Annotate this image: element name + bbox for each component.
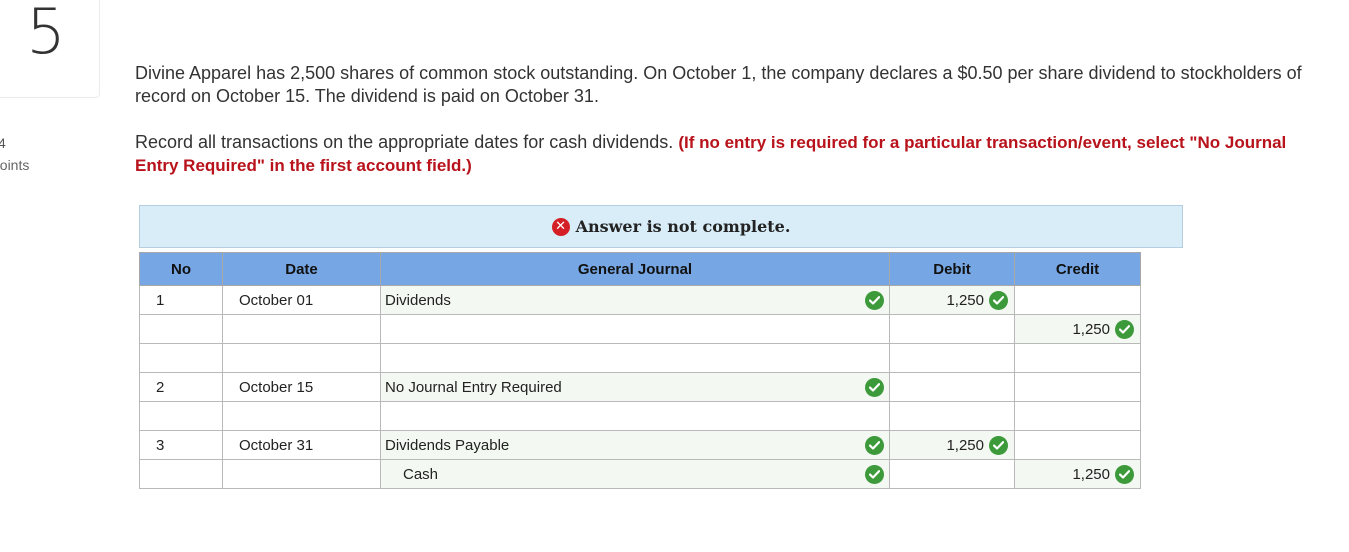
points-label: points [0, 157, 30, 173]
table-row: 1,250 [139, 314, 1141, 344]
checkmark-icon [865, 377, 884, 397]
account-select[interactable] [380, 343, 890, 373]
question-number-card: 5 [0, 0, 100, 98]
header-debit: Debit [889, 252, 1015, 286]
account-select[interactable]: Dividends Payable [380, 430, 890, 460]
debit-input[interactable] [889, 459, 1015, 489]
header-credit: Credit [1014, 252, 1141, 286]
credit-amount: 1,250 [1072, 465, 1110, 483]
account-name: Dividends Payable [385, 436, 510, 454]
credit-input[interactable]: 1,250 [1014, 314, 1141, 344]
question-instruction: Record all transactions on the appropria… [135, 132, 679, 152]
checkmark-icon [865, 464, 884, 484]
account-name: No Journal Entry Required [385, 378, 562, 396]
entry-number-cell [139, 314, 223, 344]
debit-input[interactable] [889, 401, 1015, 431]
debit-field: 1,250 [890, 435, 1014, 455]
checkmark-icon [989, 435, 1008, 455]
date-select[interactable] [222, 401, 381, 431]
account-select[interactable]: No Journal Entry Required [380, 372, 890, 402]
credit-field: 1,250 [1015, 464, 1140, 484]
account-select[interactable] [380, 314, 890, 344]
date-select[interactable]: October 31 [222, 430, 381, 460]
credit-input[interactable]: 1,250 [1014, 459, 1141, 489]
debit-amount: 1,250 [946, 291, 984, 309]
question-prompt: Divine Apparel has 2,500 shares of commo… [135, 63, 1302, 106]
checkmark-icon [1115, 319, 1134, 339]
header-no: No [139, 252, 223, 286]
question-page: 5 4 points Divine Apparel has 2,500 shar… [0, 0, 1349, 552]
debit-input[interactable] [889, 343, 1015, 373]
x-circle-icon: ✕ [551, 217, 570, 236]
account-name: Cash [403, 465, 439, 483]
answer-status-text: Answer is not complete. [575, 217, 791, 236]
debit-input[interactable] [889, 372, 1015, 402]
account-field: Dividends [381, 290, 889, 310]
account-field: No Journal Entry Required [381, 377, 889, 397]
table-row: Cash 1,250 [139, 459, 1141, 489]
credit-input[interactable] [1014, 372, 1141, 402]
entry-number-cell: 3 [139, 430, 223, 460]
checkmark-icon [865, 290, 884, 310]
table-row [139, 401, 1141, 431]
journal-body: 1 October 01 Dividends 1,250 1,250 2 October 1… [139, 285, 1141, 489]
answer-status-banner: ✕ Answer is not complete. [139, 205, 1183, 248]
entry-number-cell [139, 343, 223, 373]
checkmark-icon [1115, 464, 1134, 484]
entry-number-cell: 2 [139, 372, 223, 402]
credit-input[interactable] [1014, 430, 1141, 460]
question-number: 5 [26, 0, 66, 68]
date-select[interactable] [222, 314, 381, 344]
date-select[interactable]: October 15 [222, 372, 381, 402]
journal-entry-table: No Date General Journal Debit Credit 1 Oc… [139, 252, 1141, 489]
entry-number-cell [139, 401, 223, 431]
question-instruction-block: Record all transactions on the appropria… [135, 131, 1315, 177]
account-select[interactable]: Cash [380, 459, 890, 489]
debit-field: 1,250 [890, 290, 1014, 310]
header-general-journal: General Journal [380, 252, 890, 286]
debit-amount: 1,250 [946, 436, 984, 454]
header-date: Date [222, 252, 381, 286]
table-row: 2 October 15 No Journal Entry Required [139, 372, 1141, 402]
debit-input[interactable]: 1,250 [889, 285, 1015, 315]
credit-amount: 1,250 [1072, 320, 1110, 338]
checkmark-icon [989, 290, 1008, 310]
date-select[interactable]: October 01 [222, 285, 381, 315]
checkmark-icon [865, 435, 884, 455]
credit-field: 1,250 [1015, 319, 1140, 339]
entry-number-cell: 1 [139, 285, 223, 315]
debit-input[interactable] [889, 314, 1015, 344]
account-field: Cash [381, 464, 889, 484]
credit-input[interactable] [1014, 401, 1141, 431]
debit-input[interactable]: 1,250 [889, 430, 1015, 460]
table-row: 1 October 01 Dividends 1,250 [139, 285, 1141, 315]
journal-header-row: No Date General Journal Debit Credit [139, 252, 1141, 286]
account-name: Dividends [385, 291, 451, 309]
entry-number-cell [139, 459, 223, 489]
account-select[interactable]: Dividends [380, 285, 890, 315]
table-row [139, 343, 1141, 373]
account-field: Dividends Payable [381, 435, 889, 455]
table-row: 3 October 31 Dividends Payable 1,250 [139, 430, 1141, 460]
date-select[interactable] [222, 459, 381, 489]
credit-input[interactable] [1014, 343, 1141, 373]
account-select[interactable] [380, 401, 890, 431]
credit-input[interactable] [1014, 285, 1141, 315]
points-value: 4 [0, 135, 6, 151]
date-select[interactable] [222, 343, 381, 373]
